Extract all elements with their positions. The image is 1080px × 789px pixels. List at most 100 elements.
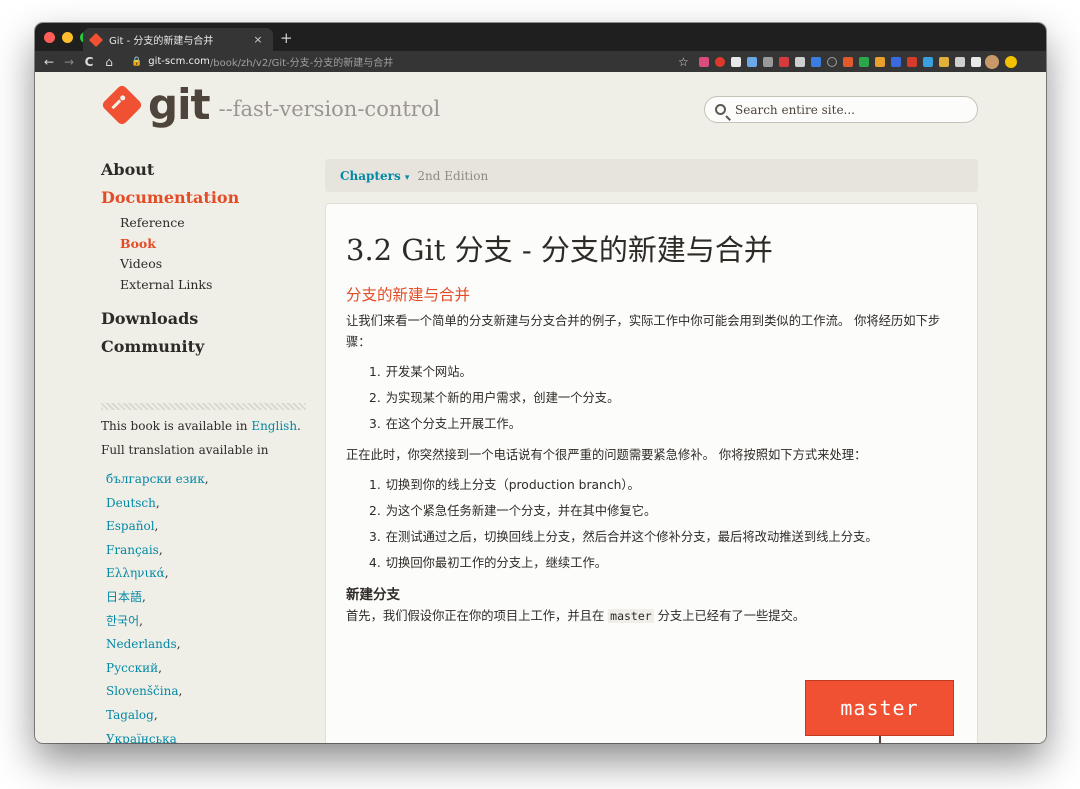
language-link-spanish[interactable]: Español [106, 519, 155, 533]
steps-list-2: 1. 切换到你的线上分支（production branch）。 2. 为这个紧急任… [369, 472, 957, 576]
active-tab[interactable]: Git - 分支的新建与合并 × [83, 28, 273, 51]
sidebar-subitem-book[interactable]: Book [120, 234, 311, 255]
code-paragraph: 首先，我们假设你正在你的项目上工作，并且在 master 分支上已经有了一些提交… [346, 606, 957, 627]
extension-icon[interactable] [906, 56, 917, 67]
paragraph-text: 首先，我们假设你正在你的项目上工作，并且在 [346, 609, 609, 623]
extension-icon[interactable] [762, 56, 773, 67]
subheading: 新建分支 [346, 587, 400, 603]
sidebar-nav: About Documentation Reference Book Video… [101, 160, 311, 365]
site-search[interactable] [704, 96, 978, 123]
sidebar-subitem-reference[interactable]: Reference [120, 213, 311, 234]
extension-icon[interactable] [794, 56, 805, 67]
language-link-slovenian[interactable]: Slovenščina [106, 684, 179, 698]
sidebar-item-documentation[interactable]: Documentation [101, 188, 311, 208]
url-path: /book/zh/v2/Git-分支-分支的新建与合并 [209, 58, 394, 69]
extension-icon[interactable] [922, 56, 933, 67]
language-link-japanese[interactable]: 日本語 [106, 590, 142, 604]
availability-text: This book is available in [101, 419, 252, 433]
language-link-ukrainian[interactable]: Українська [106, 732, 177, 743]
address-bar[interactable]: 🔒 git-scm.com/book/zh/v2/Git-分支-分支的新建与合并 [125, 53, 670, 70]
english-link[interactable]: English [251, 419, 297, 433]
language-link-korean[interactable]: 한국어 [106, 614, 139, 628]
extension-icon[interactable] [698, 56, 709, 67]
page-title: 3.2 Git 分支 - 分支的新建与合并 [346, 233, 773, 267]
web-page: git --fast-version-control About Documen… [35, 72, 1046, 743]
git-favicon-icon [88, 32, 104, 47]
list-item-text: 切换到你的线上分支（production branch）。 [385, 478, 640, 492]
list-item-text: 为实现某个新的用户需求，创建一个分支。 [385, 391, 620, 405]
book-availability: This book is available in English. Full … [101, 414, 316, 462]
edition-label: 2nd Edition [417, 168, 489, 183]
language-link-russian[interactable]: Русский [106, 661, 158, 675]
language-link-bulgarian[interactable]: български език [106, 472, 205, 486]
list-item-text: 开发某个网站。 [385, 365, 472, 379]
language-item: Español, [106, 519, 159, 534]
sidebar-item-downloads[interactable]: Downloads [101, 309, 311, 329]
extension-icon[interactable] [826, 56, 837, 67]
extension-icon[interactable] [874, 56, 885, 67]
site-logo[interactable]: git --fast-version-control [100, 80, 440, 129]
back-button[interactable]: ← [39, 55, 59, 69]
sidebar-subitem-videos[interactable]: Videos [120, 254, 311, 275]
reload-button[interactable]: C [79, 55, 99, 69]
list-item: 3. 在测试通过之后，切换回线上分支，然后合并这个修补分支，最后将改动推送到线上分… [369, 530, 878, 544]
browser-window: Git - 分支的新建与合并 × + ← → C ⌂ 🔒 git-scm.com… [35, 23, 1046, 743]
language-link-dutch[interactable]: Nederlands [106, 637, 177, 651]
browser-menu-icon[interactable] [1004, 55, 1017, 68]
language-item: 日本語, [106, 589, 146, 604]
documentation-subnav: Reference Book Videos External Links [101, 213, 311, 295]
extension-icon[interactable] [730, 56, 741, 67]
list-item-text: 在测试通过之后，切换回线上分支，然后合并这个修补分支，最后将改动推送到线上分支。 [385, 530, 878, 544]
profile-avatar[interactable] [984, 54, 999, 69]
sidebar-item-community[interactable]: Community [101, 337, 311, 357]
extension-icon[interactable] [810, 56, 821, 67]
search-input[interactable] [735, 102, 955, 117]
chapter-bar: Chapters ▾ 2nd Edition [325, 159, 978, 192]
language-item: Nederlands, [106, 637, 181, 652]
language-item: Tagalog, [106, 707, 158, 722]
extension-icon[interactable] [890, 56, 901, 67]
extension-icon[interactable] [938, 56, 949, 67]
sidebar-subitem-external-links[interactable]: External Links [120, 275, 311, 296]
chapters-dropdown[interactable]: Chapters ▾ [340, 169, 409, 183]
close-window-button[interactable] [44, 32, 55, 43]
language-item: Українська [106, 728, 321, 743]
home-button[interactable]: ⌂ [99, 55, 119, 69]
extension-icon[interactable] [858, 56, 869, 67]
forward-button[interactable]: → [59, 55, 79, 69]
tab-close-icon[interactable]: × [251, 33, 265, 46]
language-link-french[interactable]: Français [106, 543, 159, 557]
intro-paragraph: 让我们来看一个简单的分支新建与分支合并的例子，实际工作中你可能会用到类似的工作流… [346, 314, 941, 349]
language-link-tagalog[interactable]: Tagalog [106, 708, 154, 722]
sidebar-item-about[interactable]: About [101, 160, 311, 180]
language-link-greek[interactable]: Ελληνικά [106, 566, 165, 580]
sidebar-divider [101, 403, 306, 410]
list-item: 2. 为这个紧急任务新建一个分支，并在其中修复它。 [369, 504, 657, 518]
extension-icon[interactable] [714, 56, 725, 67]
extension-icon[interactable] [954, 56, 965, 67]
logo-word: git [148, 80, 211, 129]
extension-icon[interactable] [746, 56, 757, 67]
list-item: 4. 切换回你最初工作的分支上，继续工作。 [369, 556, 608, 570]
language-link-german[interactable]: Deutsch [106, 496, 156, 510]
chapters-label: Chapters [340, 168, 401, 183]
bookmark-star-icon[interactable]: ☆ [678, 55, 689, 69]
list-item-text: 切换回你最初工作的分支上，继续工作。 [385, 556, 608, 570]
minimize-window-button[interactable] [62, 32, 73, 43]
language-item: български език, [106, 472, 209, 486]
branch-pointer-line [879, 736, 881, 743]
list-item-text: 为这个紧急任务新建一个分支，并在其中修复它。 [385, 504, 657, 518]
extension-icon[interactable] [778, 56, 789, 67]
book-content: 3.2 Git 分支 - 分支的新建与合并 分支的新建与合并 让我们来看一个简单… [325, 203, 978, 743]
extensions-puzzle-icon[interactable] [970, 56, 981, 67]
extension-icon[interactable] [842, 56, 853, 67]
master-branch-label: master [805, 680, 954, 736]
new-tab-button[interactable]: + [280, 29, 293, 47]
git-logo-icon [100, 83, 144, 127]
steps-list-1: 1. 开发某个网站。 2. 为实现某个新的用户需求，创建一个分支。 3. 在这个分支上… [369, 359, 957, 437]
availability-period: . [297, 419, 301, 433]
list-item: 3. 在这个分支上开展工作。 [369, 417, 522, 431]
extensions-area [698, 56, 981, 67]
language-list: български език, Deutsch, Español, França… [106, 468, 321, 743]
language-item: 한국어, [106, 613, 143, 628]
